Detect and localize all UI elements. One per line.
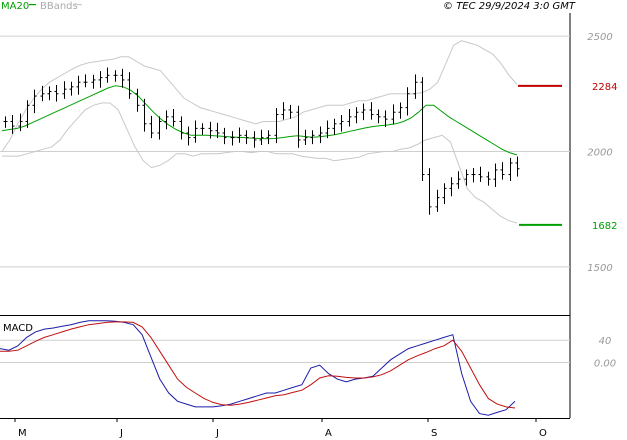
bollinger-bands — [1, 40, 518, 224]
x-tick-label: M — [18, 428, 27, 439]
support-label: 1682 — [592, 221, 617, 232]
legend-bbands-swatch — [73, 4, 82, 6]
bb-upper-line — [1, 40, 518, 152]
macd-tick-label: 0.00 — [594, 358, 616, 369]
stock-chart: 22841682 250020001500400.00 MJJASO MA20 … — [0, 1, 617, 439]
macd-panel — [0, 320, 516, 416]
resistance-label: 2284 — [592, 82, 617, 93]
chart-frame — [0, 13, 571, 419]
macd-line — [0, 320, 516, 416]
ma20-line — [1, 85, 518, 156]
x-tick-label: J — [215, 428, 219, 439]
price-tick-label: 2500 — [587, 32, 612, 43]
legend-ma20-swatch — [29, 4, 36, 6]
legend-ma20: MA20 — [1, 1, 29, 12]
macd-tick-label: 40 — [599, 336, 612, 347]
price-bars — [3, 67, 520, 215]
x-tick-label: S — [431, 428, 437, 439]
ma20-path — [1, 85, 518, 156]
x-tick-label: O — [539, 428, 547, 439]
legend-bbands: BBands — [40, 1, 78, 12]
price-tick-label: 1500 — [587, 263, 612, 274]
price-tick-label: 2000 — [587, 147, 612, 158]
x-axis: MJJASO — [14, 418, 547, 439]
x-tick-label: J — [119, 428, 123, 439]
signal-line — [0, 321, 516, 409]
bb-lower-line — [2, 102, 518, 224]
copyright-text: © TEC 29/9/2024 3:0 GMT — [443, 1, 576, 12]
macd-label: MACD — [3, 323, 33, 334]
x-tick-label: A — [325, 428, 332, 439]
